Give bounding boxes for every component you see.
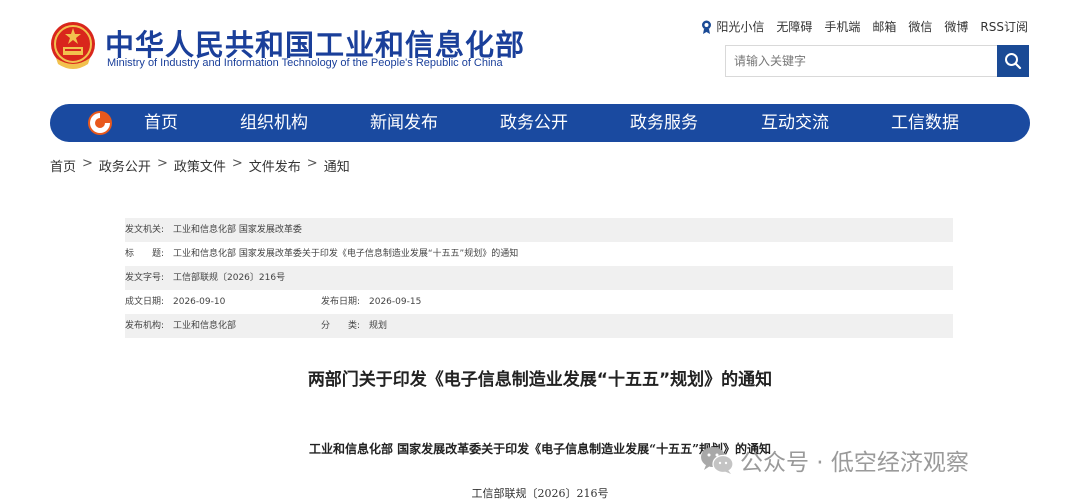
meta-title-value: 工业和信息化部 国家发展改革委关于印发《电子信息制造业发展“十五五”规划》的通知 <box>173 249 519 259</box>
meta-publisher-value: 工业和信息化部 <box>173 321 237 331</box>
meta-label: 发布机构: <box>125 321 165 331</box>
nav-item-data[interactable]: 工信数据 <box>891 104 959 142</box>
ministry-logo-icon[interactable] <box>86 109 114 137</box>
document-title: 两部门关于印发《电子信息制造业发展“十五五”规划》的通知 <box>307 370 773 390</box>
top-link-label: 阳光小信 <box>716 20 765 34</box>
meta-issuer-value: 工业和信息化部 国家发展改革委 <box>173 225 302 235</box>
breadcrumb-home[interactable]: 首页 <box>50 156 76 175</box>
watermark-text: 公众号 · 低空经济观察 <box>740 450 969 476</box>
site-header: 中华人民共和国工业和信息化部 Ministry of Industry and … <box>0 0 1080 100</box>
national-emblem-icon[interactable] <box>48 20 98 72</box>
nav-item-news[interactable]: 新闻发布 <box>370 104 438 142</box>
top-link-mobile[interactable]: 手机端 <box>824 18 860 35</box>
meta-published-value: 2026-09-15 <box>369 297 422 307</box>
meta-label: 发布日期: <box>321 297 361 307</box>
meta-row-dates: 成文日期: 2026-09-10 发布日期: 2026-09-15 <box>125 290 953 314</box>
meta-label: 发文字号: <box>125 273 165 283</box>
meta-row-title: 标 题: 工业和信息化部 国家发展改革委关于印发《电子信息制造业发展“十五五”规… <box>125 242 953 266</box>
badge-icon <box>702 20 712 34</box>
breadcrumb-separator: > <box>306 156 318 171</box>
breadcrumb-separator: > <box>82 156 93 171</box>
nav-item-services[interactable]: 政务服务 <box>630 104 698 142</box>
top-link-mail[interactable]: 邮箱 <box>872 18 896 35</box>
search-box <box>725 45 1029 77</box>
site-name-english[interactable]: Ministry of Industry and Information Tec… <box>107 57 503 69</box>
top-link-sunshine[interactable]: 阳光小信 <box>701 18 764 35</box>
meta-label: 标 题: <box>125 249 165 259</box>
meta-row-doc-number: 发文字号: 工信部联规〔2026〕216号 <box>125 266 953 290</box>
meta-row-publisher: 发布机构: 工业和信息化部 分 类: 规划 <box>125 314 953 338</box>
meta-doc-number-value: 工信部联规〔2026〕216号 <box>173 273 286 283</box>
top-link-accessibility[interactable]: 无障碍 <box>776 18 812 35</box>
breadcrumb: 首页 > 政务公开 > 政策文件 > 文件发布 > 通知 <box>50 156 350 175</box>
nav-item-interaction[interactable]: 互动交流 <box>761 104 829 142</box>
nav-item-government-affairs[interactable]: 政务公开 <box>500 104 568 142</box>
meta-label: 分 类: <box>321 321 361 331</box>
document-number: 工信部联规〔2026〕216号 <box>471 487 609 500</box>
watermark: 公众号 · 低空经济观察 <box>700 443 969 477</box>
breadcrumb-separator: > <box>231 156 243 171</box>
top-link-wechat[interactable]: 微信 <box>908 18 932 35</box>
meta-row-issuer: 发文机关: 工业和信息化部 国家发展改革委 <box>125 218 953 242</box>
meta-created-value: 2026-09-10 <box>173 297 226 307</box>
wechat-icon <box>701 447 734 474</box>
search-button[interactable] <box>997 45 1029 77</box>
breadcrumb-separator: > <box>156 156 168 171</box>
meta-label: 成文日期: <box>125 297 165 307</box>
search-input[interactable] <box>726 46 998 76</box>
top-links: 阳光小信 无障碍 手机端 邮箱 微信 微博 RSS订阅 <box>701 18 1028 35</box>
meta-category-value: 规划 <box>369 321 388 331</box>
breadcrumb-government-affairs[interactable]: 政务公开 <box>99 156 151 175</box>
main-nav: 首页 组织机构 新闻发布 政务公开 政务服务 互动交流 工信数据 <box>50 104 1030 142</box>
top-link-rss[interactable]: RSS订阅 <box>980 18 1028 35</box>
nav-item-home[interactable]: 首页 <box>144 104 178 142</box>
meta-label: 发文机关: <box>125 225 165 235</box>
breadcrumb-policy-files[interactable]: 政策文件 <box>174 156 226 175</box>
breadcrumb-file-release[interactable]: 文件发布 <box>249 156 301 175</box>
document-meta-table: 发文机关: 工业和信息化部 国家发展改革委 标 题: 工业和信息化部 国家发展改… <box>125 218 953 338</box>
search-icon <box>1005 53 1022 70</box>
top-link-weibo[interactable]: 微博 <box>944 18 968 35</box>
breadcrumb-notice[interactable]: 通知 <box>324 156 350 175</box>
nav-item-organization[interactable]: 组织机构 <box>240 104 308 142</box>
